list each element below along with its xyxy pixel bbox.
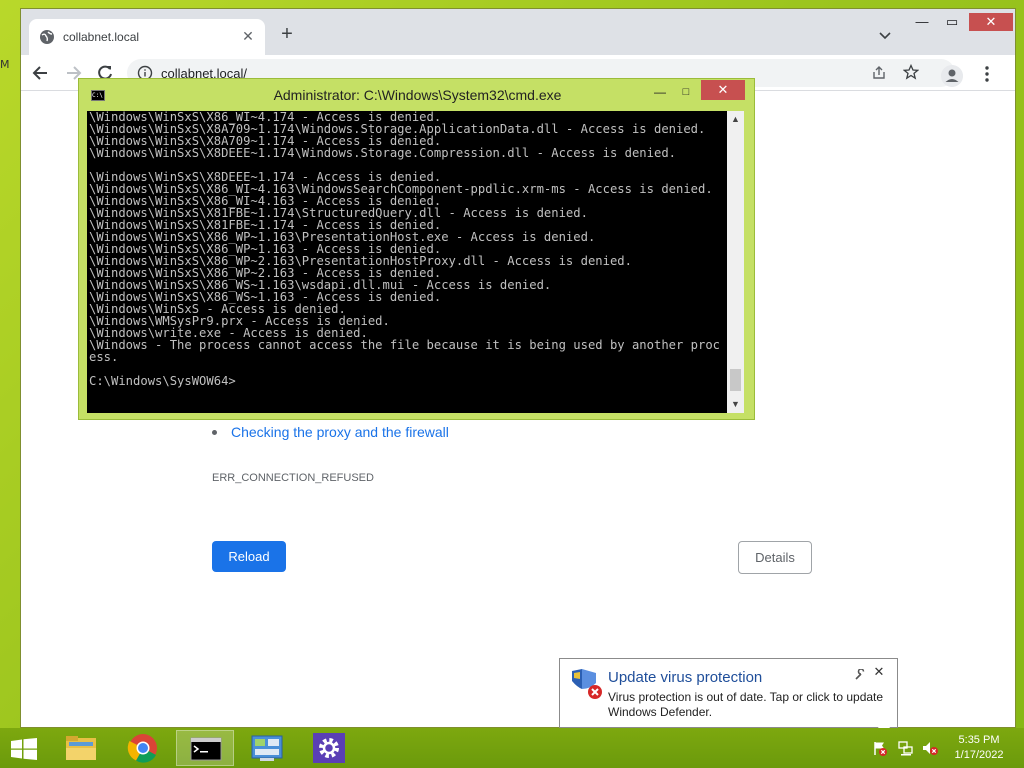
cmd-window: C:\ Administrator: C:\Windows\System32\c… — [78, 78, 755, 420]
error-code: ERR_CONNECTION_REFUSED — [212, 472, 374, 484]
globe-icon — [40, 30, 54, 44]
wrench-icon[interactable] — [854, 669, 866, 681]
cmd-titlebar[interactable]: C:\ Administrator: C:\Windows\System32\c… — [79, 79, 754, 109]
control-panel-icon — [251, 735, 283, 761]
cmd-close-button[interactable]: ✕ — [701, 80, 745, 100]
notification-body: Virus protection is out of date. Tap or … — [608, 690, 884, 719]
console-output[interactable]: \Windows\WinSxS\X86_WI~4.174 - Access is… — [87, 111, 727, 413]
cmd-minimize-button[interactable]: — — [649, 83, 671, 101]
cmd-maximize-button[interactable]: □ — [675, 83, 697, 101]
clock-date: 1/17/2022 — [954, 749, 1004, 761]
bullet — [212, 429, 217, 435]
taskbar: 5:35 PM 1/17/2022 — [0, 728, 1024, 768]
network-icon[interactable] — [898, 740, 914, 756]
cmd-icon — [190, 737, 222, 761]
console-text: \Windows\WinSxS\X86_WI~4.174 - Access is… — [89, 111, 721, 388]
taskbar-settings[interactable] — [300, 730, 358, 766]
browser-tab[interactable]: collabnet.local ✕ — [29, 19, 265, 55]
more-menu-icon[interactable] — [979, 65, 995, 83]
back-arrow-icon[interactable] — [31, 63, 51, 83]
notification-title: Update virus protection — [608, 669, 763, 686]
taskbar-file-explorer[interactable] — [52, 730, 110, 766]
defender-notification[interactable]: Update virus protection Virus protection… — [559, 658, 898, 737]
suggestion-link[interactable]: Checking the proxy and the firewall — [231, 424, 449, 440]
new-tab-button[interactable]: + — [277, 24, 297, 45]
scroll-down-arrow-icon[interactable]: ▼ — [727, 396, 744, 413]
notification-close-icon[interactable]: ✕ — [872, 665, 886, 679]
share-icon[interactable] — [871, 65, 887, 81]
tab-strip: collabnet.local ✕ + — ▭ ✕ — [21, 9, 1015, 55]
bookmark-star-icon[interactable] — [903, 64, 919, 80]
gear-icon — [313, 733, 345, 763]
browser-minimize-button[interactable]: — — [909, 13, 935, 31]
browser-close-button[interactable]: ✕ — [969, 13, 1013, 31]
suggestion-item[interactable]: Checking the proxy and the firewall — [212, 424, 449, 440]
taskbar-control-panel[interactable] — [238, 730, 296, 766]
start-windows-icon[interactable] — [10, 738, 38, 760]
folder-icon — [66, 736, 96, 760]
defender-shield-error-icon — [572, 669, 602, 699]
chrome-icon — [127, 734, 157, 763]
tab-close-icon[interactable]: ✕ — [239, 27, 257, 45]
scroll-up-arrow-icon[interactable]: ▲ — [727, 111, 744, 128]
tab-search-chevron-icon[interactable] — [877, 27, 893, 43]
profile-avatar-icon[interactable] — [941, 65, 963, 87]
tab-title: collabnet.local — [63, 30, 140, 44]
suggestion-list: Checking the proxy and the firewall — [212, 424, 449, 440]
desktop-edge-text: M — [0, 58, 10, 71]
taskbar-command-prompt[interactable] — [176, 730, 234, 766]
browser-maximize-button[interactable]: ▭ — [939, 13, 965, 31]
console-scrollbar[interactable]: ▲ ▼ — [727, 111, 744, 413]
details-button[interactable]: Details — [738, 541, 812, 574]
system-clock[interactable]: 5:35 PM 1/17/2022 — [946, 733, 1012, 763]
action-center-flag-icon[interactable] — [872, 740, 888, 756]
volume-muted-icon[interactable] — [922, 740, 938, 756]
scroll-thumb[interactable] — [730, 369, 741, 391]
clock-time: 5:35 PM — [958, 734, 1000, 746]
taskbar-chrome[interactable] — [114, 730, 172, 766]
reload-button[interactable]: Reload — [212, 541, 286, 572]
